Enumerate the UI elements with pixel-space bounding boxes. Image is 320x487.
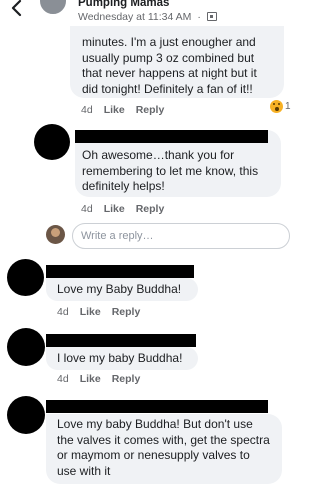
- comment-text: Love my Baby Buddha!: [57, 282, 182, 296]
- comment-text: Love my baby Buddha! But don't use the v…: [57, 417, 270, 478]
- chevron-left-icon[interactable]: [6, 0, 28, 22]
- avatar[interactable]: [7, 259, 44, 296]
- comment-bubble: I love my baby Buddha!: [46, 347, 198, 370]
- reaction-summary[interactable]: 1: [270, 100, 291, 113]
- comment-actions: 4d Like Reply: [81, 203, 175, 215]
- comment-time: 4d: [57, 306, 69, 318]
- reply-button[interactable]: Reply: [136, 203, 165, 215]
- redacted-author-name: [46, 265, 194, 278]
- group-name[interactable]: Pumping Mamas: [78, 0, 169, 9]
- avatar[interactable]: [7, 328, 45, 366]
- post-header: Pumping Mamas Wednesday at 11:34 AM ·: [0, 0, 300, 28]
- comment-text: Oh awesome…thank you for remembering to …: [82, 148, 259, 193]
- like-button[interactable]: Like: [80, 306, 101, 318]
- comment-time: 4d: [81, 104, 93, 116]
- like-button[interactable]: Like: [104, 203, 125, 215]
- post-meta: Wednesday at 11:34 AM ·: [78, 11, 217, 23]
- wow-reaction-icon: [270, 100, 283, 113]
- reply-input[interactable]: Write a reply…: [72, 223, 290, 249]
- meta-separator: ·: [197, 11, 201, 23]
- comment-bubble: minutes. I'm a just enougher and usually…: [70, 26, 284, 98]
- comment-time: 4d: [81, 203, 93, 215]
- post-timestamp: Wednesday at 11:34 AM: [78, 11, 192, 23]
- redacted-author-name: [46, 400, 268, 413]
- redacted-author-name: [75, 130, 268, 143]
- like-button[interactable]: Like: [80, 373, 101, 385]
- group-avatar[interactable]: [38, 0, 68, 16]
- like-button[interactable]: Like: [104, 104, 125, 116]
- comment-bubble: Love my Baby Buddha!: [46, 278, 198, 301]
- reply-button[interactable]: Reply: [136, 104, 165, 116]
- avatar[interactable]: [34, 124, 70, 160]
- comment-actions: 4d Like Reply: [57, 306, 151, 318]
- reply-button[interactable]: Reply: [112, 306, 141, 318]
- reply-button[interactable]: Reply: [112, 373, 141, 385]
- comment-bubble: Oh awesome…thank you for remembering to …: [75, 130, 281, 197]
- comment-text: I love my baby Buddha!: [57, 351, 183, 365]
- current-user-avatar: [46, 225, 65, 244]
- comment-actions: 4d Like Reply: [81, 104, 175, 116]
- avatar[interactable]: [7, 396, 45, 434]
- group-audience-icon: [206, 12, 217, 21]
- reaction-count: 1: [285, 101, 291, 112]
- comment-bubble: Love my baby Buddha! But don't use the v…: [46, 414, 282, 484]
- redacted-author-name: [46, 334, 196, 347]
- comment-time: 4d: [57, 373, 69, 385]
- comment-actions: 4d Like Reply: [57, 373, 151, 385]
- comment-text: minutes. I'm a just enougher and usually…: [82, 35, 257, 96]
